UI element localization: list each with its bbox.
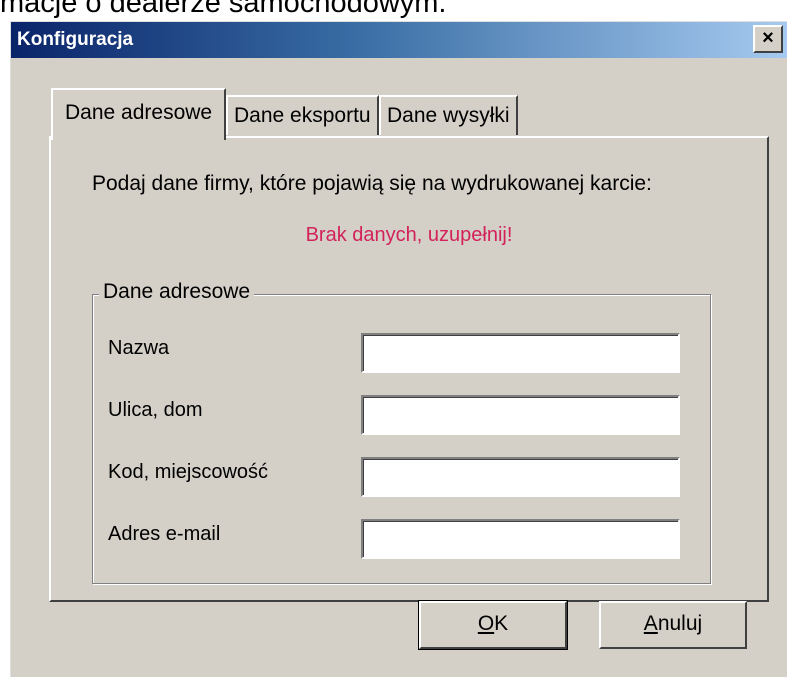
address-groupbox: Dane adresowe Nazwa Ulica, dom Kod, miej… [92, 280, 711, 584]
postcode-city-label: Kod, miejscowość [108, 461, 269, 483]
name-label: Nazwa [108, 337, 170, 359]
close-button[interactable]: × [753, 25, 783, 53]
configuration-dialog: Konfiguracja × Dane adresowe Dane ekspor… [10, 21, 787, 677]
tab-dane-adresowe[interactable]: Dane adresowe [51, 88, 227, 140]
instruction-text: Podaj dane firmy, które pojawią się na w… [92, 172, 652, 195]
cancel-label-rest: nuluj [657, 612, 703, 635]
groupbox-title: Dane adresowe [99, 280, 255, 304]
background-caption: macje o dealerze samochodowym. [0, 0, 447, 19]
street-field[interactable] [361, 395, 680, 435]
cancel-button[interactable]: Anuluj [599, 601, 747, 649]
title-bar[interactable]: Konfiguracja × [11, 22, 787, 58]
window-title: Konfiguracja [17, 29, 134, 50]
name-field[interactable] [361, 333, 680, 373]
tab-dane-wysylki[interactable]: Dane wysyłki [379, 95, 518, 135]
missing-data-warning: Brak danych, uzupełnij! [305, 224, 513, 246]
tab-dane-eksportu[interactable]: Dane eksportu [226, 95, 379, 135]
email-field[interactable] [361, 519, 680, 559]
close-icon: × [762, 27, 774, 49]
ok-label-rest: K [494, 612, 509, 635]
ok-button[interactable]: OK [418, 600, 568, 650]
street-label: Ulica, dom [108, 399, 203, 421]
ok-mnemonic: O [477, 612, 495, 635]
tab-panel-dane-adresowe: Podaj dane firmy, które pojawią się na w… [49, 136, 769, 602]
postcode-city-field[interactable] [361, 457, 680, 497]
cancel-mnemonic: A [643, 612, 658, 635]
email-label: Adres e-mail [108, 523, 221, 545]
